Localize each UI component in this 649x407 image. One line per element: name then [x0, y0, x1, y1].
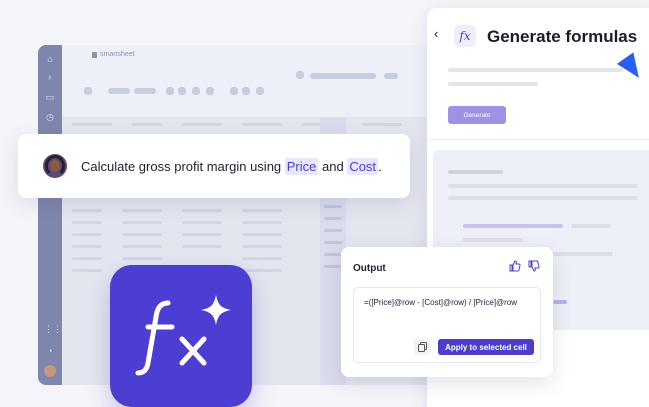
sparkle-icon: [201, 295, 231, 325]
back-chevron-icon[interactable]: ‹: [434, 26, 446, 42]
thumbs-up-icon[interactable]: [509, 260, 521, 272]
toolbar-button[interactable]: [108, 88, 130, 94]
panel-divider: [427, 139, 649, 140]
toolbar-icon[interactable]: [192, 87, 200, 95]
apps-grid-icon[interactable]: ⋮⋮: [44, 323, 62, 335]
brand-name: smartsheet: [100, 51, 135, 58]
formula-text: =([Price]@row - [Cost]@row) / [Price]@ro…: [364, 298, 518, 307]
toolbar-icon[interactable]: [84, 87, 92, 95]
smartsheet-logo-mark: [92, 51, 97, 58]
recent-icon[interactable]: ◷: [44, 111, 56, 123]
toolbar-icon[interactable]: [230, 87, 238, 95]
app-toolbar: smartsheet: [62, 45, 448, 117]
toolbar-button[interactable]: [134, 88, 156, 94]
output-card: Output =([Price]@row - [Cost]@row) / [Pr…: [341, 247, 553, 377]
toolbar-icon[interactable]: [256, 87, 264, 95]
toolbar-search[interactable]: [310, 73, 376, 79]
panel-placeholder-line: [448, 82, 538, 86]
prompt-card: Calculate gross profit margin using Pric…: [18, 134, 410, 198]
folder-icon[interactable]: ▭: [44, 91, 56, 103]
toolbar-icon[interactable]: [242, 87, 250, 95]
formula-box: =([Price]@row - [Cost]@row) / [Price]@ro…: [353, 287, 541, 363]
user-avatar: [43, 154, 67, 178]
prompt-text: Calculate gross profit margin using Pric…: [81, 158, 382, 175]
prompt-text-between: and: [318, 159, 348, 174]
user-avatar-icon[interactable]: [44, 365, 56, 377]
help-icon[interactable]: ◔: [44, 345, 56, 357]
toolbar-icon[interactable]: [178, 87, 186, 95]
toolbar-icon[interactable]: [166, 87, 174, 95]
generate-button[interactable]: Generate: [448, 106, 506, 124]
toolbar-icon[interactable]: [296, 71, 304, 79]
prompt-text-after: .: [378, 159, 382, 174]
prompt-text-before: Calculate gross profit margin using: [81, 159, 285, 174]
copy-button[interactable]: [414, 339, 430, 355]
home-icon[interactable]: ⌂: [44, 53, 56, 65]
smartsheet-logo: smartsheet: [92, 51, 135, 58]
copy-icon: [417, 342, 427, 352]
toolbar-button[interactable]: [384, 73, 398, 79]
fx-sparkle-app-tile: [110, 265, 252, 407]
column-chip-price: Price: [284, 158, 319, 175]
thumbs-down-icon[interactable]: [528, 260, 540, 272]
panel-placeholder-line: [448, 68, 623, 72]
output-label: Output: [353, 263, 386, 274]
column-chip-cost: Cost: [347, 158, 379, 175]
fx-sparkle-icon: [135, 295, 231, 376]
notifications-icon[interactable]: ♁: [44, 71, 56, 83]
app-left-rail: ⌂ ♁ ▭ ◷ ⋮⋮ ◔: [38, 45, 62, 385]
toolbar-icon[interactable]: [206, 87, 214, 95]
apply-to-selected-cell-button[interactable]: Apply to selected cell: [438, 339, 534, 355]
panel-title: Generate formulas: [487, 27, 638, 46]
fx-icon: fx: [454, 25, 476, 47]
